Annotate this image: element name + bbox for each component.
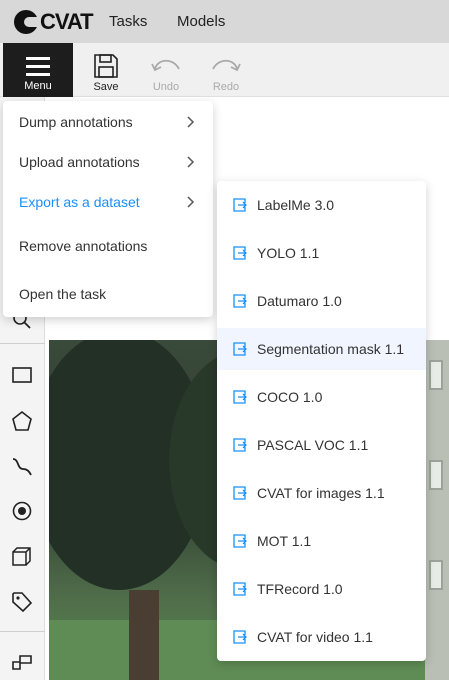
- chevron-right-icon: [187, 196, 195, 208]
- menu-label: Menu: [24, 80, 52, 92]
- export-format-label: Datumaro 1.0: [257, 293, 342, 309]
- export-format-label: MOT 1.1: [257, 533, 312, 549]
- redo-button[interactable]: Redo: [202, 43, 250, 97]
- menu-item-label: Export as a dataset: [19, 194, 140, 210]
- export-format-label: LabelMe 3.0: [257, 197, 335, 213]
- export-format-label: Segmentation mask 1.1: [257, 341, 405, 357]
- app-header: CVAT Tasks Models: [0, 0, 449, 43]
- menu-item-label: Open the task: [19, 286, 107, 302]
- sidebar-divider: [0, 343, 45, 344]
- tag-icon[interactable]: [11, 591, 33, 613]
- menu-button[interactable]: Menu: [3, 43, 73, 97]
- redo-label: Redo: [212, 81, 240, 93]
- save-label: Save: [93, 81, 119, 93]
- export-icon: [233, 534, 247, 548]
- scene-window: [429, 460, 443, 490]
- nav-tasks[interactable]: Tasks: [109, 13, 147, 30]
- cuboid-icon[interactable]: [11, 545, 33, 567]
- export-format-label: CVAT for video 1.1: [257, 629, 373, 645]
- save-button[interactable]: Save: [82, 43, 130, 97]
- export-format-label: YOLO 1.1: [257, 245, 320, 261]
- cvat-logo[interactable]: CVAT: [14, 9, 94, 35]
- menu-item-label: Upload annotations: [19, 154, 140, 170]
- export-icon: [233, 582, 247, 596]
- export-icon: [233, 294, 247, 308]
- polyline-icon[interactable]: [11, 455, 33, 477]
- export-icon: [233, 390, 247, 404]
- export-dataset-submenu: LabelMe 3.0 YOLO 1.1 Datumaro 1.0 Segmen…: [217, 181, 426, 661]
- sidebar-divider: [0, 631, 45, 632]
- undo-label: Undo: [152, 81, 180, 93]
- redo-icon: [212, 59, 241, 72]
- export-format-segmentation-mask[interactable]: Segmentation mask 1.1: [217, 328, 426, 370]
- menu-item-upload-annotations[interactable]: Upload annotations: [3, 141, 213, 183]
- export-icon: [233, 438, 247, 452]
- polygon-icon[interactable]: [11, 410, 33, 432]
- scene-trunk: [129, 590, 159, 680]
- menu-item-label: Dump annotations: [19, 114, 133, 130]
- chevron-right-icon: [187, 116, 195, 128]
- export-icon: [233, 630, 247, 644]
- export-format-labelme[interactable]: LabelMe 3.0: [217, 184, 426, 226]
- export-icon: [233, 486, 247, 500]
- export-icon: [233, 246, 247, 260]
- scene-window: [429, 560, 443, 590]
- export-format-label: CVAT for images 1.1: [257, 485, 385, 501]
- export-format-label: PASCAL VOC 1.1: [257, 437, 369, 453]
- undo-button[interactable]: Undo: [142, 43, 190, 97]
- save-icon: [94, 54, 118, 78]
- menu-item-dump-annotations[interactable]: Dump annotations: [3, 101, 213, 143]
- points-icon[interactable]: [11, 500, 33, 522]
- export-format-cvat-video[interactable]: CVAT for video 1.1: [217, 616, 426, 658]
- scene-building: [425, 340, 449, 680]
- export-format-pascal-voc[interactable]: PASCAL VOC 1.1: [217, 424, 426, 466]
- chevron-right-icon: [187, 156, 195, 168]
- export-format-tfrecord[interactable]: TFRecord 1.0: [217, 568, 426, 610]
- undo-icon: [151, 59, 180, 72]
- hamburger-icon: [26, 57, 50, 76]
- annotation-menu: Dump annotations Upload annotations Expo…: [3, 101, 213, 317]
- annotation-toolbar: Menu Save Undo Redo: [0, 43, 449, 97]
- export-format-label: TFRecord 1.0: [257, 581, 343, 597]
- export-format-yolo[interactable]: YOLO 1.1: [217, 232, 426, 274]
- export-format-label: COCO 1.0: [257, 389, 323, 405]
- export-format-datumaro[interactable]: Datumaro 1.0: [217, 280, 426, 322]
- export-format-cvat-images[interactable]: CVAT for images 1.1: [217, 472, 426, 514]
- menu-item-label: Remove annotations: [19, 238, 148, 254]
- menu-item-open-task[interactable]: Open the task: [3, 273, 213, 315]
- export-icon: [233, 198, 247, 212]
- logo-text: CVAT: [40, 9, 94, 34]
- export-format-mot[interactable]: MOT 1.1: [217, 520, 426, 562]
- export-icon: [233, 342, 247, 356]
- logo-mark-icon: [14, 10, 38, 34]
- scene-window: [429, 360, 443, 390]
- split-icon[interactable]: [11, 650, 33, 672]
- export-format-coco[interactable]: COCO 1.0: [217, 376, 426, 418]
- rectangle-icon[interactable]: [11, 364, 33, 386]
- nav-models[interactable]: Models: [177, 13, 225, 30]
- menu-item-remove-annotations[interactable]: Remove annotations: [3, 225, 213, 267]
- menu-item-export-dataset[interactable]: Export as a dataset: [3, 181, 213, 223]
